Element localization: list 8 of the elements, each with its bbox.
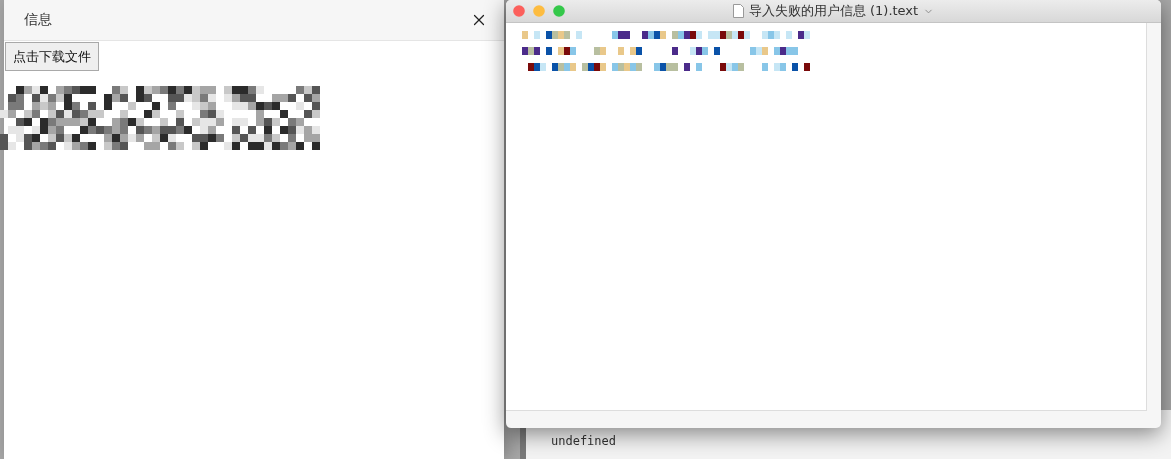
document-icon (732, 4, 744, 18)
close-window-icon[interactable] (513, 5, 525, 17)
dialog-title: 信息 (24, 11, 52, 29)
zoom-icon[interactable] (553, 5, 565, 17)
console-line: undefined (551, 434, 618, 448)
download-button[interactable]: 点击下载文件 (5, 42, 99, 71)
window-title: 导入失败的用户信息 (1).text (748, 2, 919, 20)
minimize-icon[interactable] (533, 5, 545, 17)
